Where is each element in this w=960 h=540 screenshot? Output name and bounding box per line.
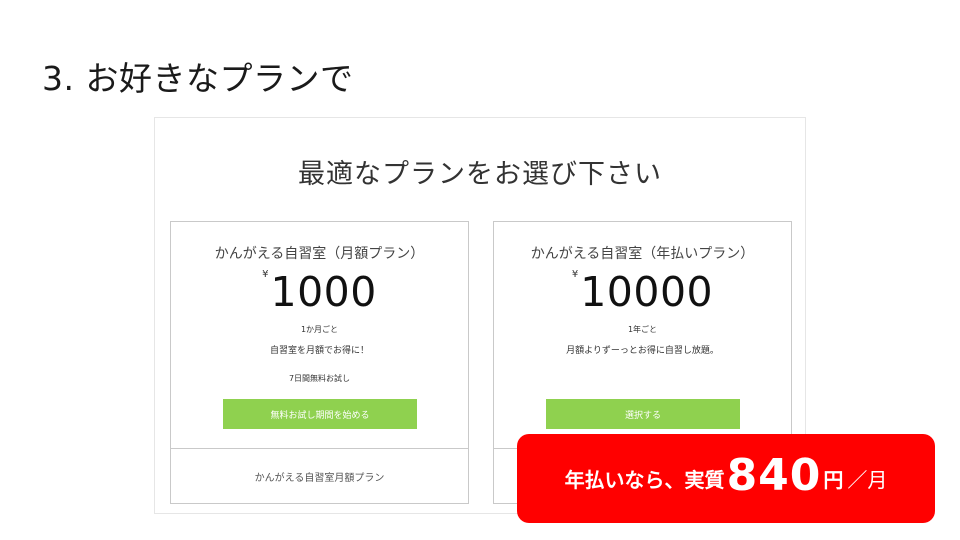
currency-symbol: ¥	[571, 269, 579, 280]
plan-price: ¥1000	[171, 269, 468, 313]
billing-period: 1年ごと	[627, 325, 658, 334]
slide-title: 3. お好きなプランで	[42, 59, 354, 98]
promo-banner: 年払いなら、実質 840 円 ／月	[517, 434, 935, 523]
start-trial-button[interactable]: 無料お試し期間を始める	[223, 399, 417, 429]
panel-title: 最適なプランをお選び下さい	[298, 159, 662, 190]
plan-price: ¥10000	[494, 269, 791, 313]
promo-amount: 840	[726, 450, 822, 501]
plan-description: 自習室を月額でお得に！	[269, 346, 369, 356]
price-amount: 10000	[580, 268, 714, 316]
plan-card-monthly: かんがえる自習室（月額プラン） ¥1000 1か月ごと 自習室を月額でお得に！ …	[170, 221, 469, 504]
plan-name: かんがえる自習室（年払いプラン）	[530, 246, 755, 262]
select-plan-button[interactable]: 選択する	[546, 399, 740, 429]
promo-unit: 円	[823, 468, 844, 492]
plan-name: かんがえる自習室（月額プラン）	[214, 246, 425, 262]
price-amount: 1000	[270, 268, 377, 316]
promo-prefix: 年払いなら、実質	[564, 468, 725, 492]
trial-note: 7日間無料お試し	[288, 374, 351, 383]
plan-footer: かんがえる自習室月額プラン	[171, 448, 468, 504]
billing-period: 1か月ごと	[300, 325, 339, 334]
plan-description: 月額よりずーっとお得に自習し放題。	[566, 346, 719, 356]
currency-symbol: ¥	[262, 269, 269, 280]
promo-suffix: ／月	[847, 468, 888, 492]
